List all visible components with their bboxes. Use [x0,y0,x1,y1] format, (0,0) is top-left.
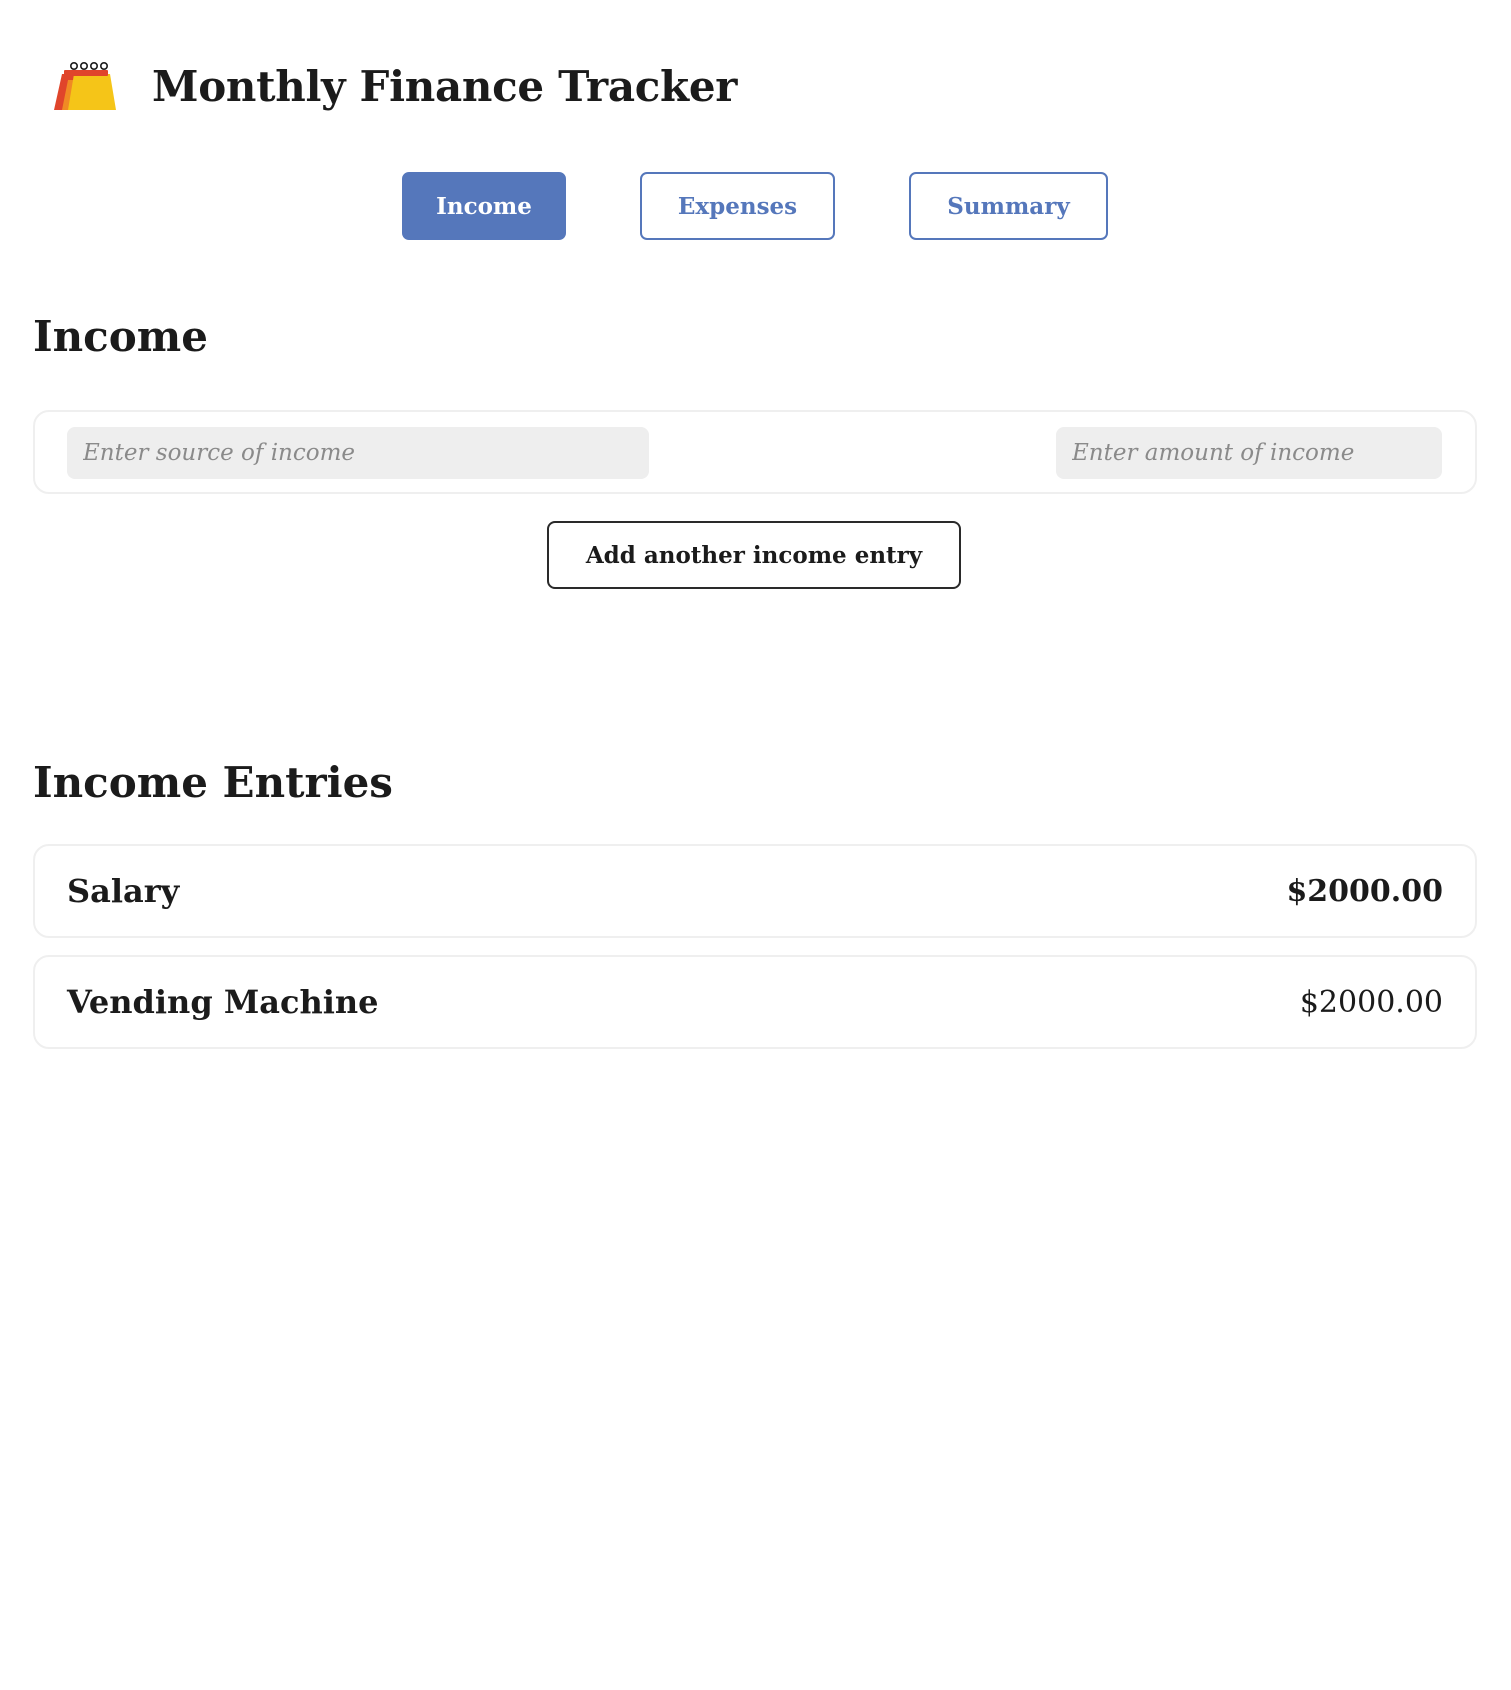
income-form-card [33,410,1477,494]
tab-income[interactable]: Income [402,172,566,240]
app-header: Monthly Finance Tracker [52,56,737,116]
income-amount-input[interactable] [1056,427,1442,479]
tab-summary[interactable]: Summary [909,172,1108,240]
app-title: Monthly Finance Tracker [152,61,738,111]
income-entry-name: Vending Machine [67,983,379,1021]
income-section-title: Income [33,312,208,361]
calendar-icon [54,61,116,110]
income-entries-title: Income Entries [33,758,393,807]
add-income-entry-button[interactable]: Add another income entry [547,521,961,589]
tab-expenses[interactable]: Expenses [640,172,835,240]
income-entry-amount: $2000.00 [1286,873,1443,909]
income-entry-row: Salary $2000.00 [33,844,1477,938]
income-entry-row: Vending Machine $2000.00 [33,955,1477,1049]
income-entry-amount: $2000.00 [1299,984,1443,1020]
income-source-input[interactable] [67,427,649,479]
income-entry-name: Salary [67,872,180,910]
